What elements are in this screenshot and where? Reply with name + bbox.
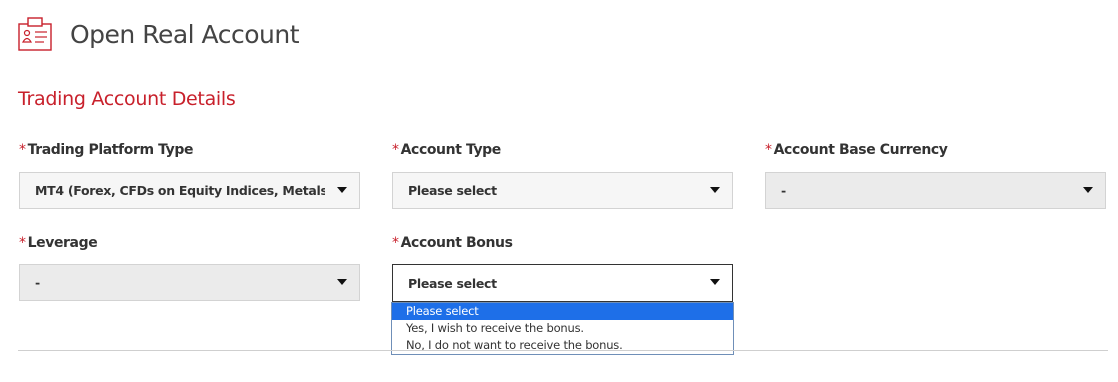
leverage-label: * Leverage [19, 234, 362, 252]
base-currency-label: * Account Base Currency [765, 141, 1108, 159]
chevron-down-icon [710, 187, 720, 193]
base-currency-value: - [781, 183, 786, 198]
account-bonus-label-text: Account Bonus [400, 235, 513, 251]
platform-type-label-text: Trading Platform Type [27, 142, 194, 158]
chevron-down-icon [337, 187, 347, 193]
section-divider [18, 350, 1108, 351]
account-type-select[interactable]: Please select [392, 172, 733, 209]
account-type-label: * Account Type [392, 141, 735, 159]
dropdown-option[interactable]: Yes, I wish to receive the bonus. [392, 320, 733, 337]
account-type-field: * Account Type Please select [392, 141, 735, 209]
required-marker: * [19, 142, 26, 158]
dropdown-option[interactable]: Please select [392, 303, 733, 320]
base-currency-field: * Account Base Currency - [765, 141, 1108, 209]
platform-type-label: * Trading Platform Type [19, 141, 362, 159]
page-header: Open Real Account [16, 14, 300, 54]
base-currency-select[interactable]: - [765, 172, 1106, 209]
base-currency-label-text: Account Base Currency [773, 142, 948, 158]
chevron-down-icon [1083, 187, 1093, 193]
leverage-field: * Leverage - [19, 234, 362, 301]
page-title: Open Real Account [70, 19, 300, 49]
account-bonus-label: * Account Bonus [392, 234, 735, 252]
account-bonus-select[interactable]: Please select [392, 264, 733, 302]
chevron-down-icon [710, 279, 720, 285]
dropdown-option[interactable]: No, I do not want to receive the bonus. [392, 337, 733, 354]
platform-type-select[interactable]: MT4 (Forex, CFDs on Equity Indices, Meta… [19, 172, 360, 209]
account-bonus-field: * Account Bonus Please select [392, 234, 735, 302]
leverage-select[interactable]: - [19, 264, 360, 301]
required-marker: * [19, 235, 26, 251]
chevron-down-icon [337, 279, 347, 285]
platform-type-value: MT4 (Forex, CFDs on Equity Indices, Meta… [35, 183, 325, 198]
account-type-value: Please select [408, 183, 497, 198]
account-bonus-value: Please select [408, 275, 497, 291]
account-type-label-text: Account Type [400, 142, 502, 158]
account-bonus-dropdown: Please select Yes, I wish to receive the… [391, 302, 734, 355]
platform-type-field: * Trading Platform Type MT4 (Forex, CFDs … [19, 141, 362, 209]
account-form-icon [18, 17, 52, 51]
required-marker: * [392, 142, 399, 158]
section-title: Trading Account Details [18, 88, 236, 110]
required-marker: * [765, 142, 772, 158]
required-marker: * [392, 235, 399, 251]
leverage-label-text: Leverage [27, 235, 98, 251]
leverage-value: - [35, 275, 40, 290]
